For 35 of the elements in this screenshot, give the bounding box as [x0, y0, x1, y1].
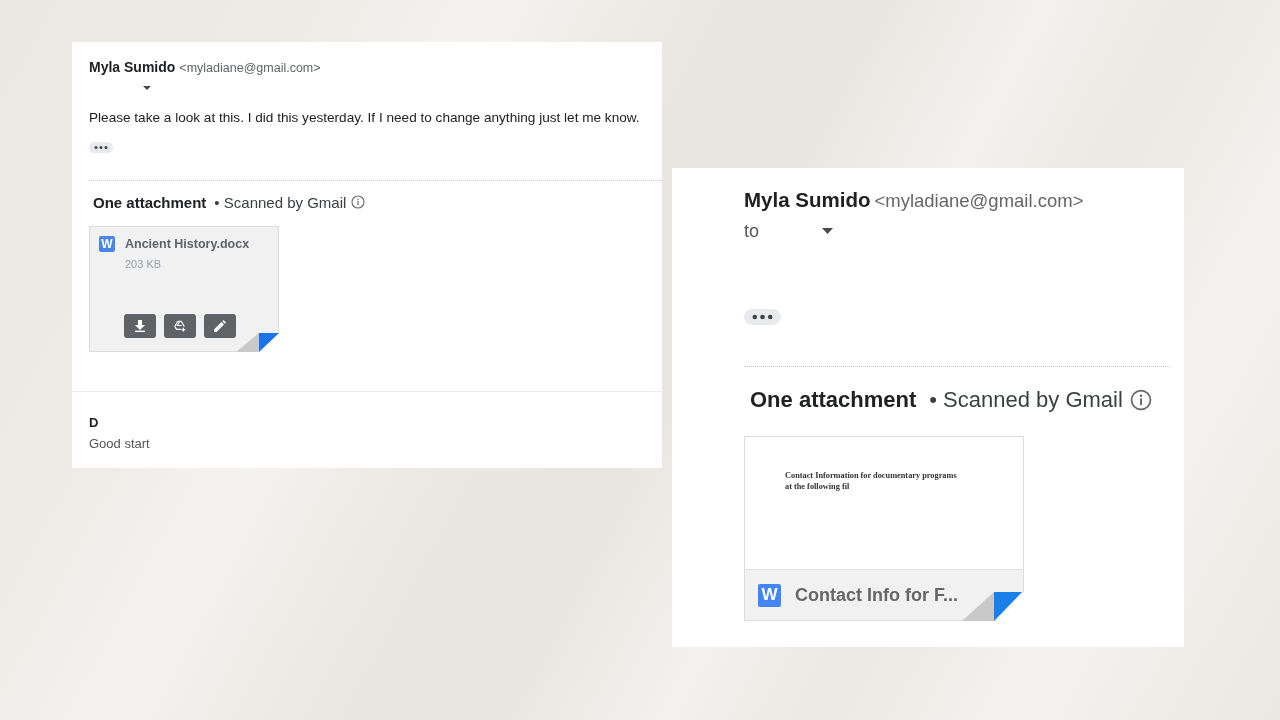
- preview-text-line: at the following fil: [785, 481, 850, 492]
- ellipsis-icon[interactable]: [744, 309, 781, 325]
- caret-icon[interactable]: [822, 228, 833, 234]
- info-icon[interactable]: [1129, 389, 1152, 411]
- download-button[interactable]: [124, 314, 156, 338]
- sender-name: Myla Sumido: [744, 187, 871, 213]
- file-name: Ancient History.docx: [125, 237, 250, 251]
- add-to-drive-button[interactable]: [164, 314, 196, 338]
- ellipsis-icon[interactable]: [89, 142, 113, 153]
- scan-note: • Scanned by Gmail: [214, 193, 347, 211]
- reply-snippet: Good start: [89, 436, 150, 452]
- download-icon: [134, 320, 146, 332]
- file-name: Contact Info for F...: [795, 584, 958, 606]
- preview-text-line: Contact Information for documentary programs: [785, 470, 957, 481]
- info-icon[interactable]: [351, 195, 366, 209]
- message-body: Please take a look at this. I did this yesterday. If I need to change anything just let me know.: [89, 110, 640, 126]
- file-type-badge: W: [99, 236, 115, 252]
- folded-corner-icon: [962, 592, 1022, 621]
- sender-name: Myla Sumido: [89, 58, 176, 76]
- folded-corner-icon: [236, 333, 279, 352]
- scan-note: • Scanned by Gmail: [929, 387, 1123, 413]
- attachments-heading: One attachment: [750, 387, 917, 413]
- attachment-card[interactable]: W Ancient History.docx 203 KB: [89, 226, 279, 352]
- sender-email: <myladiane@gmail.com>: [179, 61, 321, 75]
- recipient-label: to: [744, 220, 759, 242]
- caret-icon[interactable]: [143, 86, 151, 90]
- triangle-plus-icon: [174, 320, 186, 332]
- sender-email: <myladiane@gmail.com>: [874, 190, 1084, 212]
- edit-button[interactable]: [204, 314, 236, 338]
- attachments-heading: One attachment: [93, 193, 207, 211]
- reply-sender: D: [89, 415, 99, 431]
- file-size: 203 KB: [125, 258, 163, 271]
- attachment-card[interactable]: Contact Information for documentary programs at the following fil W Contact Info for F...: [744, 436, 1024, 621]
- file-type-badge: W: [758, 583, 781, 607]
- pencil-icon: [214, 320, 226, 332]
